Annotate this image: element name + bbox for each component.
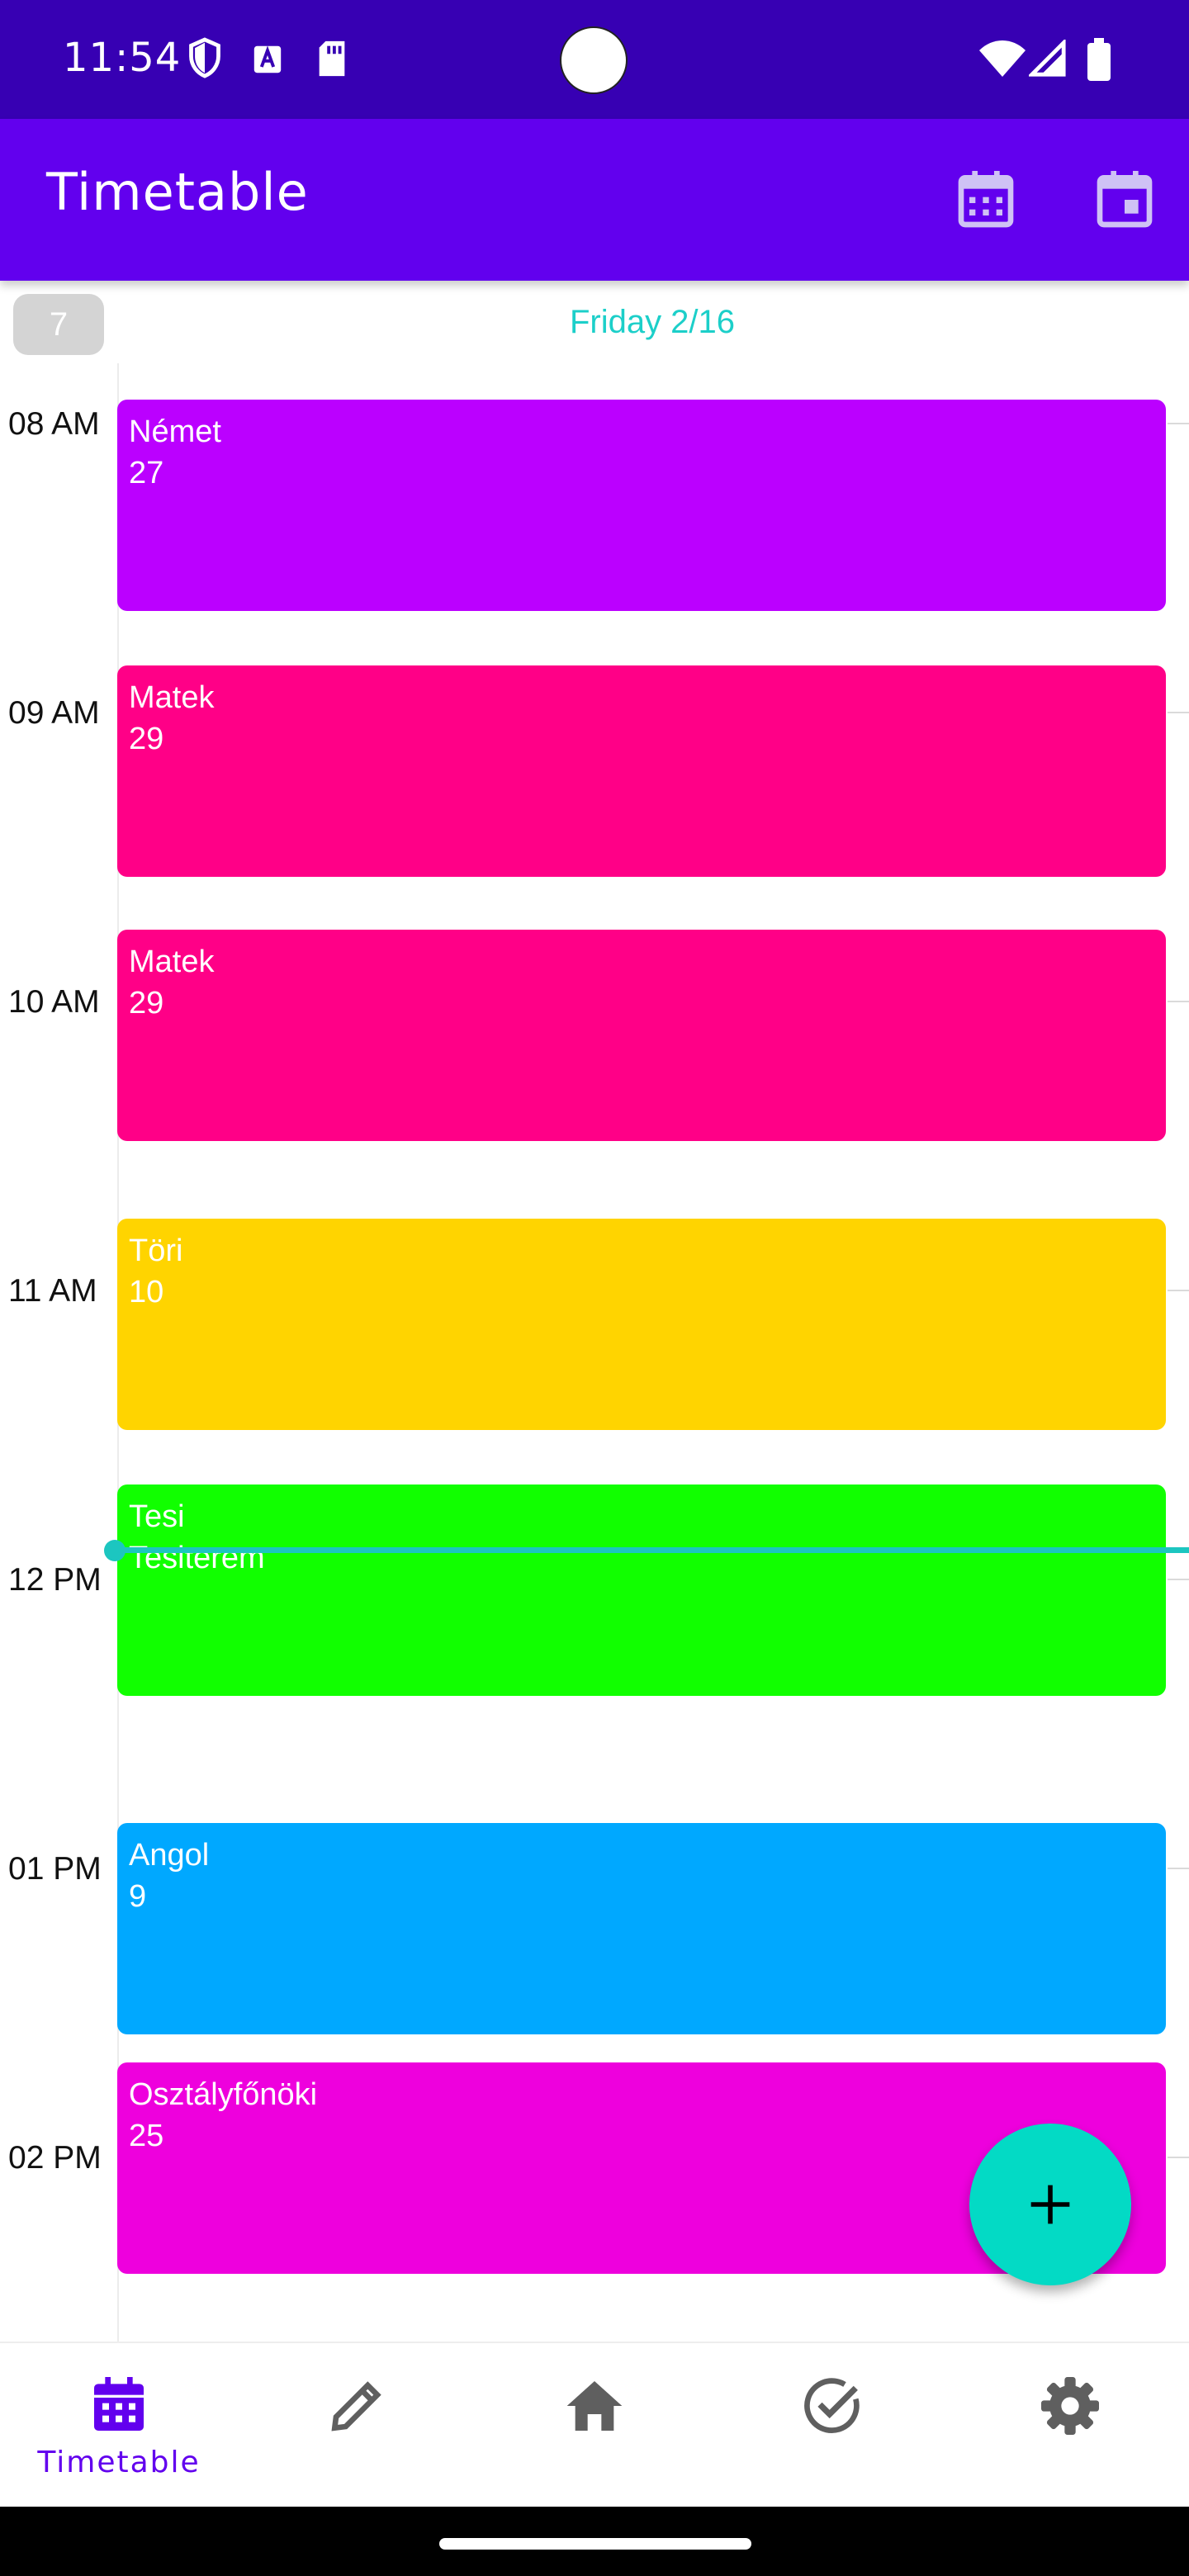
nav-item-home[interactable] — [476, 2343, 713, 2508]
current-time-dot — [104, 1540, 126, 1561]
hour-gridline — [1168, 1868, 1189, 1869]
hour-gridline — [1168, 1290, 1189, 1291]
add-event-button[interactable] — [969, 2124, 1131, 2285]
shield-icon — [189, 37, 220, 78]
calendar-day-icon[interactable] — [1092, 167, 1158, 233]
event-card[interactable]: Angol 9 — [117, 1823, 1166, 2034]
calendar-icon — [94, 2377, 144, 2431]
event-subject: Német — [129, 414, 221, 449]
event-card[interactable]: Német 27 — [117, 400, 1166, 611]
hour-label: 11 AM — [8, 1273, 97, 1309]
event-subject: Tesi — [129, 1499, 185, 1534]
event-subject: Töri — [129, 1234, 183, 1268]
event-card[interactable]: Matek 29 — [117, 930, 1166, 1141]
status-bar: 11:54 — [0, 0, 1189, 119]
hour-label: 01 PM — [8, 1851, 102, 1887]
hour-label: 08 AM — [8, 406, 100, 442]
current-time-line — [116, 1547, 1189, 1553]
event-room: 9 — [129, 1879, 147, 1914]
cellular-signal-icon — [1029, 40, 1066, 77]
event-room: 10 — [129, 1275, 164, 1309]
event-card[interactable]: Matek 29 — [117, 665, 1166, 877]
screen: 11:54 Timetable 7 Friday 2/16 08 AM 09 A… — [0, 0, 1189, 2576]
week-number-badge[interactable]: 7 — [13, 294, 104, 355]
plus-icon — [1030, 2185, 1070, 2224]
day-timeline[interactable]: 08 AM 09 AM 10 AM 11 AM 12 PM 01 PM 02 P… — [0, 363, 1189, 2342]
sd-card-icon — [319, 40, 345, 77]
bottom-navigation: Timetable — [0, 2342, 1189, 2507]
hour-gridline — [1168, 423, 1189, 424]
hour-label: 12 PM — [8, 1562, 102, 1598]
day-label: Friday 2/16 — [569, 304, 736, 340]
home-icon — [566, 2381, 623, 2431]
event-subject: Angol — [129, 1838, 210, 1873]
app-bar: Timetable — [0, 119, 1189, 281]
event-room: 29 — [129, 986, 164, 1020]
hour-label: 09 AM — [8, 695, 100, 731]
status-time: 11:54 — [63, 35, 182, 81]
hour-label: 10 AM — [8, 984, 100, 1020]
text-a-icon — [253, 45, 282, 73]
nav-item-timetable[interactable]: Timetable — [0, 2343, 238, 2508]
hour-gridline — [1168, 1001, 1189, 1002]
event-subject: Matek — [129, 680, 215, 715]
event-card[interactable]: Töri 10 — [117, 1219, 1166, 1430]
event-card[interactable]: Tesi Tesiterem — [117, 1485, 1166, 1696]
hour-label: 02 PM — [8, 2140, 102, 2176]
gear-icon — [1041, 2377, 1099, 2435]
hour-gridline — [1168, 712, 1189, 713]
nav-item-tasks[interactable] — [713, 2343, 951, 2508]
event-room: 29 — [129, 722, 164, 756]
pencil-icon — [331, 2381, 381, 2432]
camera-cutout — [560, 26, 628, 94]
app-title: Timetable — [46, 162, 309, 222]
hour-gridline — [1168, 1579, 1189, 1580]
event-room: Tesiterem — [129, 1541, 265, 1575]
event-subject: Matek — [129, 945, 215, 979]
wifi-icon — [979, 40, 1026, 77]
nav-item-edit[interactable] — [238, 2343, 476, 2508]
event-room: 27 — [129, 456, 164, 490]
home-gesture-handle[interactable] — [439, 2538, 751, 2550]
nav-label: Timetable — [37, 2446, 201, 2479]
battery-icon — [1087, 38, 1111, 81]
check-circle-icon — [804, 2378, 860, 2433]
calendar-month-icon[interactable] — [953, 167, 1019, 233]
hour-gridline — [1168, 2157, 1189, 2158]
nav-item-settings[interactable] — [951, 2343, 1189, 2508]
event-subject: Osztályfőnöki — [129, 2077, 318, 2112]
